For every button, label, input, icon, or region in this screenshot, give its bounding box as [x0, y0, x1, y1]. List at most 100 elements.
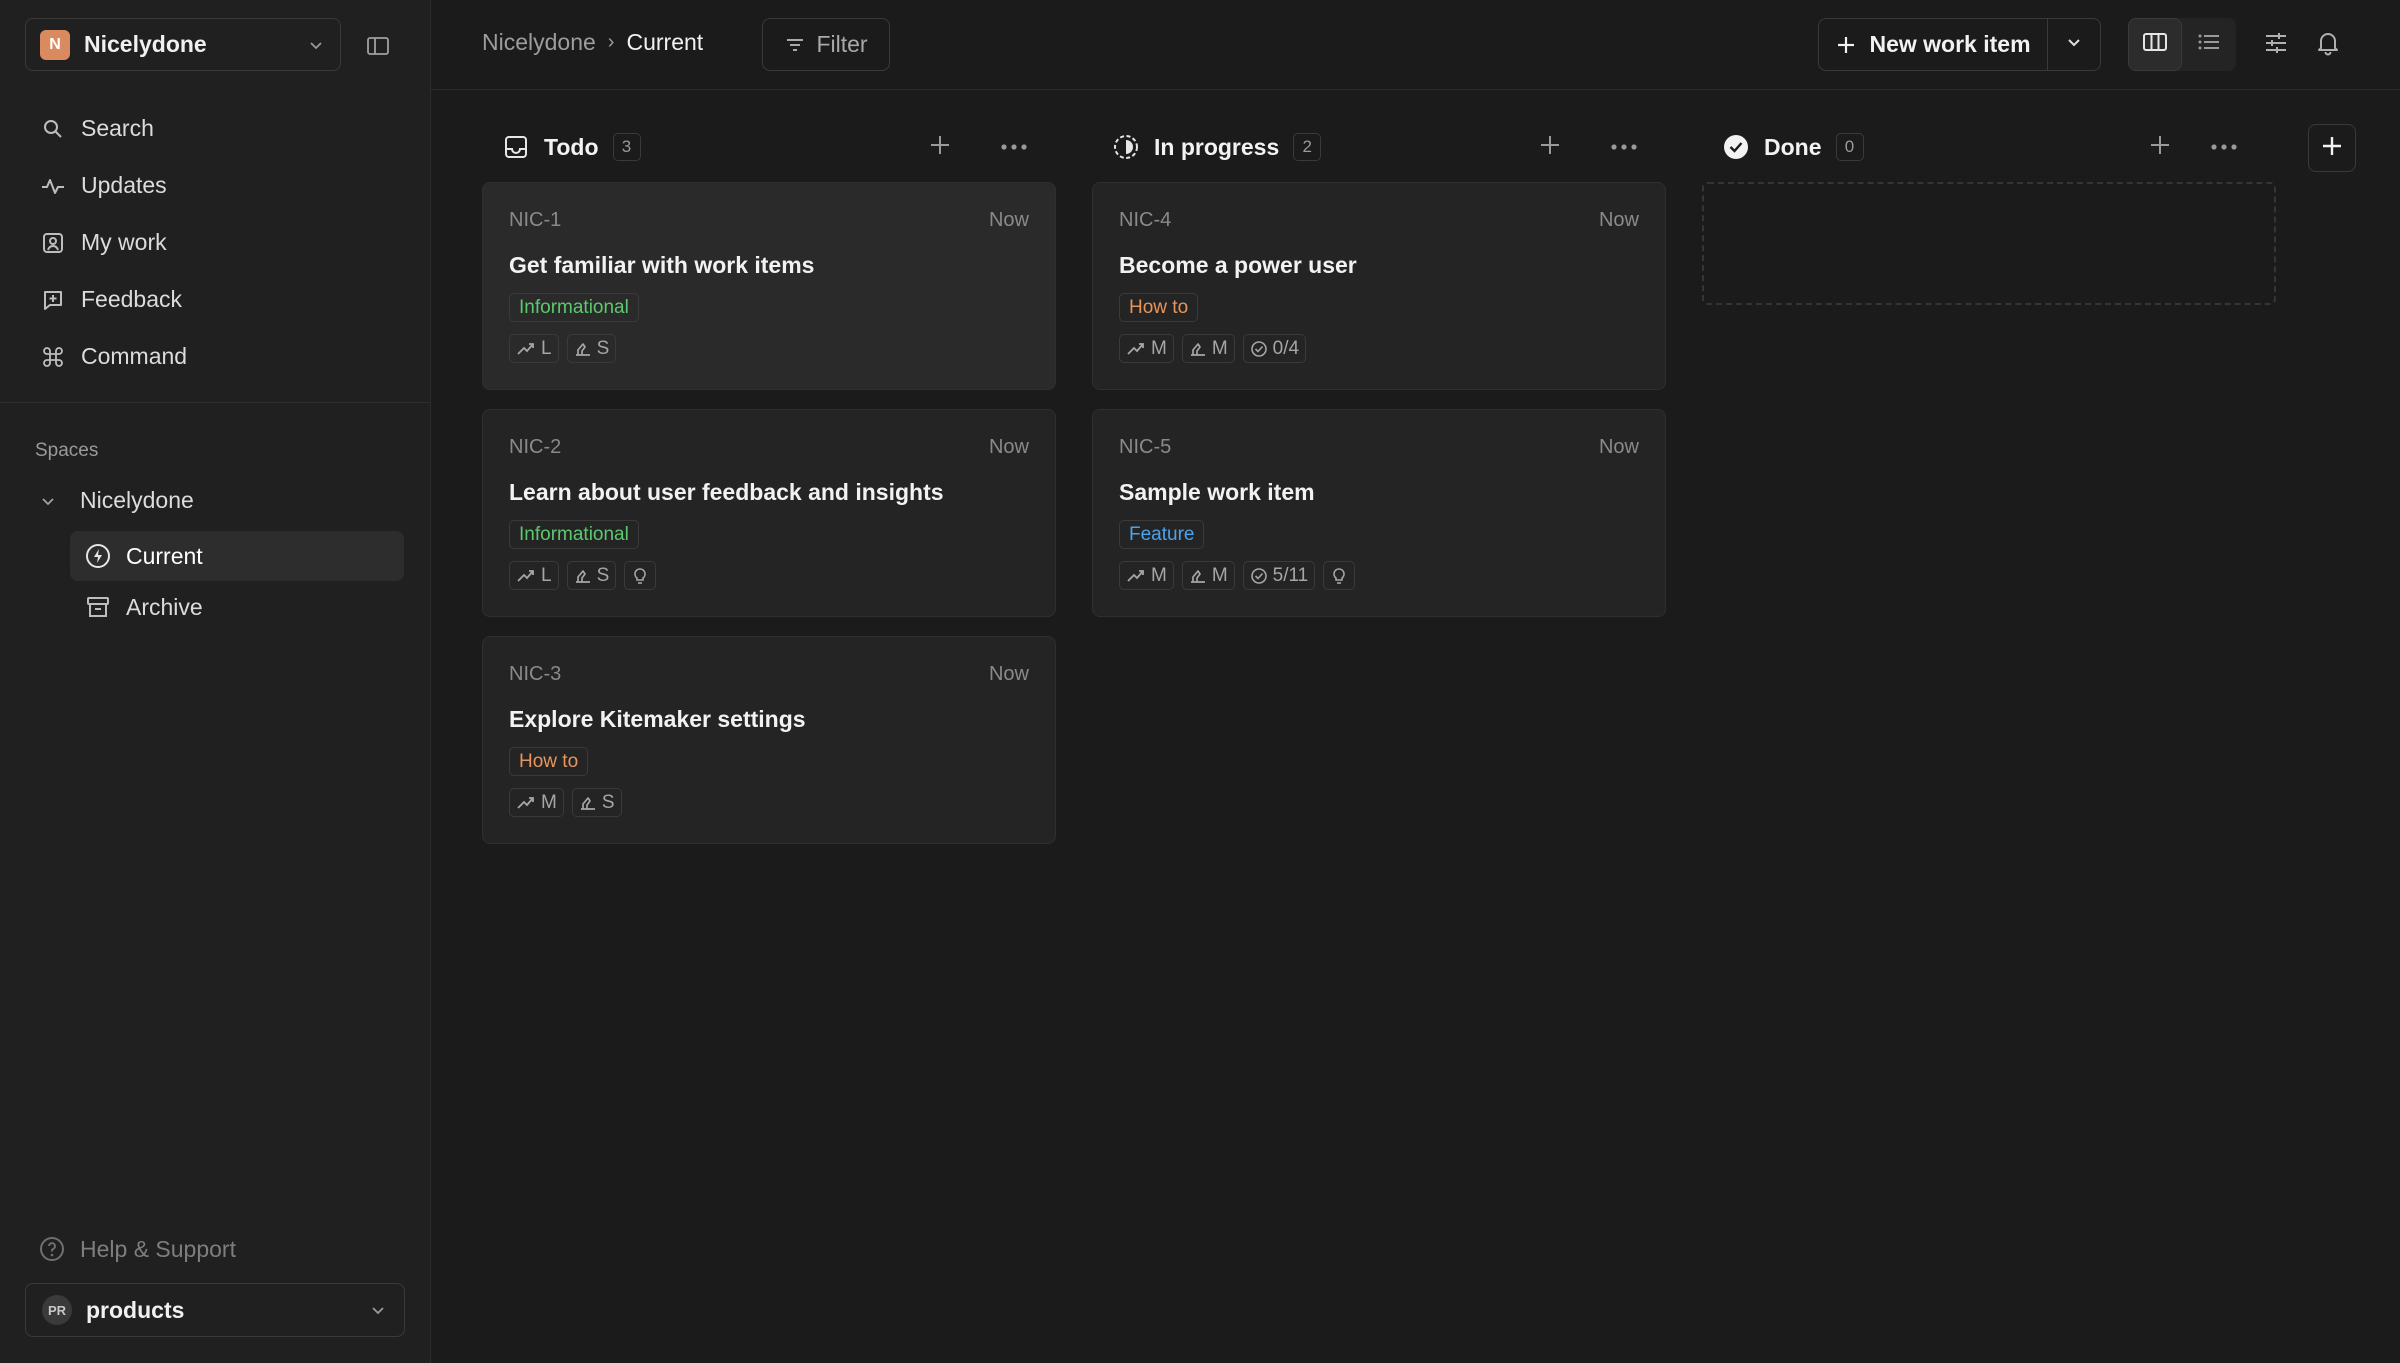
product-switcher[interactable]: PR products: [25, 1283, 405, 1337]
new-work-item-group: New work item: [1818, 18, 2101, 71]
add-card-button[interactable]: [2145, 132, 2175, 162]
work-item-card[interactable]: NIC-3 Now Explore Kitemaker settings How …: [482, 636, 1056, 844]
nav-label: Feedback: [81, 286, 183, 312]
plus-icon: [2148, 133, 2172, 162]
column-title: In progress: [1154, 133, 1280, 160]
chevron-down-icon: [2065, 33, 2083, 56]
nav-item-feedback[interactable]: Feedback: [25, 271, 405, 328]
nav-item-updates[interactable]: Updates: [25, 157, 405, 214]
work-item-card[interactable]: NIC-4 Now Become a power user How to M M …: [1092, 182, 1666, 390]
work-item-card[interactable]: NIC-2 Now Learn about user feedback and i…: [482, 409, 1056, 617]
inbox-icon: [502, 133, 530, 161]
insight-badge[interactable]: [1323, 561, 1356, 590]
impact-badge[interactable]: M: [1119, 334, 1174, 363]
work-item-card[interactable]: NIC-1 Now Get familiar with work items In…: [482, 182, 1056, 390]
impact-value: M: [541, 791, 557, 813]
board-view-button[interactable]: [2128, 18, 2182, 71]
list-view-button[interactable]: [2182, 18, 2236, 71]
work-item-card[interactable]: NIC-5 Now Sample work item Feature M M 5/…: [1092, 409, 1666, 617]
effort-value: S: [601, 791, 615, 813]
effort-value: M: [1211, 337, 1228, 359]
column-header: Todo 3: [482, 120, 1056, 174]
column-todo: Todo 3 NIC-1 Now Get familiar with work i…: [482, 120, 1056, 844]
card-time: Now: [1598, 209, 1639, 231]
check-circle-icon: [1250, 340, 1268, 358]
column-menu-button[interactable]: [2207, 132, 2241, 162]
impact-badge[interactable]: L: [509, 561, 559, 590]
effort-badge[interactable]: S: [566, 334, 617, 363]
chevron-down-icon: [368, 1300, 388, 1320]
chevron-down-icon: [306, 35, 326, 55]
help-support-link[interactable]: Help & Support: [38, 1235, 236, 1263]
card-id: NIC-2: [509, 436, 562, 458]
column-in-progress: In progress 2 NIC-4 Now Become a power us…: [1092, 120, 1666, 617]
todo-progress-value: 5/11: [1272, 564, 1309, 586]
view-options-icon[interactable]: [2259, 26, 2293, 60]
plus-icon: [1835, 34, 1857, 56]
todo-progress-badge[interactable]: 5/11: [1242, 561, 1316, 590]
card-title: Explore Kitemaker settings: [509, 706, 806, 732]
help-circle-icon: [38, 1235, 66, 1263]
card-label[interactable]: Feature: [1119, 520, 1205, 549]
filter-label: Filter: [816, 31, 868, 57]
board-view-icon: [2142, 31, 2168, 58]
empty-drop-zone[interactable]: [1702, 182, 2276, 305]
card-time: Now: [988, 436, 1029, 458]
nav-item-command[interactable]: Command: [25, 328, 405, 385]
breadcrumb-root[interactable]: Nicelydone: [482, 29, 596, 56]
column-header: In progress 2: [1092, 120, 1666, 174]
card-label[interactable]: How to: [509, 747, 589, 776]
space-item-archive[interactable]: Archive: [70, 582, 404, 632]
effort-value: M: [1211, 564, 1228, 586]
card-title: Get familiar with work items: [509, 252, 815, 278]
new-work-item-dropdown[interactable]: [2048, 19, 2100, 70]
add-column-button[interactable]: [2308, 124, 2356, 172]
list-view-icon: [2196, 31, 2222, 58]
lightbulb-icon: [1330, 567, 1348, 585]
todo-progress-badge[interactable]: 0/4: [1242, 334, 1307, 363]
help-label: Help & Support: [80, 1235, 236, 1262]
new-work-item-button[interactable]: New work item: [1819, 19, 2048, 70]
nav-item-search[interactable]: Search: [25, 100, 405, 157]
insight-badge[interactable]: [624, 561, 657, 590]
effort-badge[interactable]: M: [1181, 561, 1235, 590]
trend-up-icon: [1126, 568, 1146, 584]
more-horizontal-icon: [1610, 138, 1638, 156]
workspace-switcher[interactable]: N Nicelydone: [25, 18, 341, 71]
space-root-nicelydone[interactable]: Nicelydone: [38, 487, 194, 514]
activity-icon: [39, 172, 67, 200]
impact-badge[interactable]: M: [509, 788, 564, 817]
main-nav: Search Updates My work Feedback Command: [25, 100, 405, 385]
impact-badge[interactable]: L: [509, 334, 559, 363]
breadcrumb-current: Current: [626, 29, 704, 55]
todo-progress-value: 0/4: [1272, 337, 1300, 359]
trend-up-icon: [516, 341, 536, 357]
effort-badge[interactable]: M: [1181, 334, 1235, 363]
lightbulb-icon: [631, 567, 649, 585]
impact-badge[interactable]: M: [1119, 561, 1174, 590]
add-card-button[interactable]: [1535, 132, 1565, 162]
column-menu-button[interactable]: [997, 132, 1031, 162]
card-label[interactable]: How to: [1119, 293, 1199, 322]
column-menu-button[interactable]: [1607, 132, 1641, 162]
sidebar-toggle-icon[interactable]: [362, 30, 394, 62]
bell-icon[interactable]: [2311, 26, 2345, 60]
top-bar: Nicelydone › Current Filter New work ite…: [431, 0, 2400, 90]
space-item-current[interactable]: Current: [70, 531, 404, 581]
add-card-button[interactable]: [925, 132, 955, 162]
spaces-heading: Spaces: [35, 440, 99, 461]
effort-value: S: [596, 337, 610, 359]
filter-button[interactable]: Filter: [762, 18, 890, 71]
archive-icon: [84, 593, 112, 621]
plus-icon: [1538, 133, 1562, 162]
search-icon: [39, 115, 67, 143]
nav-label: Updates: [81, 172, 167, 198]
impact-value: L: [541, 564, 552, 586]
effort-icon: [574, 341, 592, 357]
card-label[interactable]: Informational: [509, 293, 639, 322]
effort-badge[interactable]: S: [571, 788, 622, 817]
nav-item-my-work[interactable]: My work: [25, 214, 405, 271]
effort-icon: [1189, 341, 1207, 357]
effort-badge[interactable]: S: [566, 561, 617, 590]
card-label[interactable]: Informational: [509, 520, 639, 549]
